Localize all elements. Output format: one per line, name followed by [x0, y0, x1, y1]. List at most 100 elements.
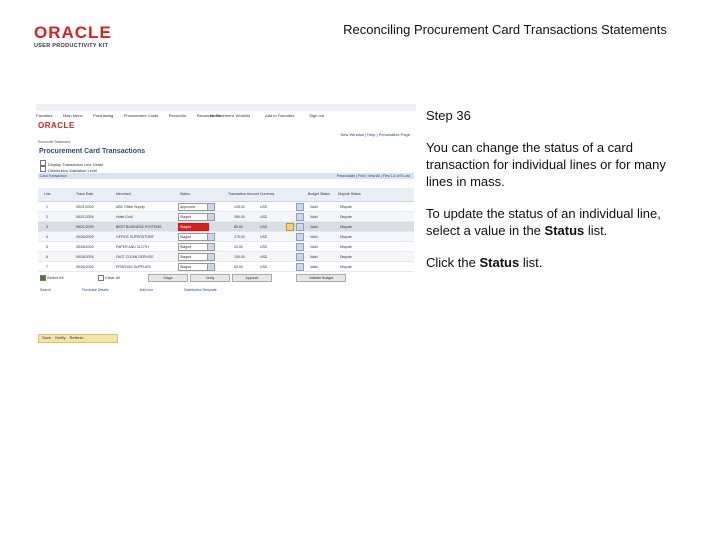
- cell-date: 05/26/2009: [76, 255, 94, 259]
- search-link[interactable]: Search: [40, 288, 51, 292]
- status-select[interactable]: Staged: [178, 253, 209, 261]
- notify-button[interactable]: Notify: [55, 335, 65, 340]
- col-dispute[interactable]: Dispute Status: [338, 192, 361, 196]
- validation-checkbox[interactable]: [40, 166, 46, 172]
- budget-icon[interactable]: [296, 243, 304, 251]
- topbar-item[interactable]: Procurement Cards: [124, 113, 159, 118]
- col-budget[interactable]: Budget Status: [308, 192, 330, 196]
- instruction-panel: Step 36 You can change the status of a c…: [426, 107, 696, 286]
- cell-dispute[interactable]: Dispute: [340, 225, 352, 229]
- cell-budget: Valid: [310, 215, 318, 219]
- budget-icon[interactable]: [296, 213, 304, 221]
- status-select[interactable]: Staged: [178, 213, 209, 221]
- save-button[interactable]: Save: [42, 335, 51, 340]
- dropdown-arrow-icon[interactable]: [207, 263, 215, 271]
- topbar-item[interactable]: Favorites: [36, 113, 52, 118]
- col-currency[interactable]: Currency: [260, 192, 274, 196]
- col-amount[interactable]: Transaction Amount: [228, 192, 259, 196]
- status-select-highlighted[interactable]: Staged: [178, 223, 209, 231]
- cell-merchant[interactable]: ABC Office Supply: [116, 205, 174, 209]
- grid-nav[interactable]: Personalize | Find | View All | First 1-…: [337, 174, 410, 178]
- option-validation-level[interactable]: Distribution Validation Level: [40, 166, 97, 173]
- status-select[interactable]: Staged: [178, 243, 209, 251]
- table-row: 4 05/26/2009 OFFICE SUPERSTORE Staged 27…: [38, 232, 414, 242]
- cell-dispute[interactable]: Dispute: [340, 205, 352, 209]
- cell-amount: 60.00: [234, 265, 243, 269]
- select-all-checkbox[interactable]: [40, 275, 46, 281]
- status-select[interactable]: Approved: [178, 203, 209, 211]
- cell-date: 05/26/2009: [76, 235, 94, 239]
- cell-dispute[interactable]: Dispute: [340, 215, 352, 219]
- logo-sub-text: USER PRODUCTIVITY KIT: [34, 43, 109, 49]
- cell-merchant[interactable]: Hotel Gold: [116, 215, 174, 219]
- dropdown-arrow-icon[interactable]: [207, 243, 215, 251]
- grid-header: Card Transaction Personalize | Find | Vi…: [38, 173, 414, 179]
- cell-line: 7: [46, 265, 48, 269]
- cell-line: 2: [46, 215, 48, 219]
- dropdown-arrow-icon[interactable]: [207, 203, 215, 211]
- cell-line: 5: [46, 245, 48, 249]
- cell-merchant[interactable]: BEST BUSINESS SYSTEMS: [116, 225, 174, 229]
- verify-button[interactable]: Verify: [190, 274, 230, 282]
- cell-dispute[interactable]: Dispute: [340, 265, 352, 269]
- notes-icon[interactable]: [286, 223, 294, 231]
- cell-date: 05/26/2009: [76, 245, 94, 249]
- validate-budget-button[interactable]: Validate Budget: [296, 274, 346, 282]
- approve-button[interactable]: Approve: [232, 274, 272, 282]
- stage-button[interactable]: Stage: [148, 274, 188, 282]
- cell-dispute[interactable]: Dispute: [340, 235, 352, 239]
- status-select[interactable]: Staged: [178, 233, 209, 241]
- col-merchant[interactable]: Merchant: [116, 192, 131, 196]
- col-status[interactable]: Status: [180, 192, 190, 196]
- cell-dispute[interactable]: Dispute: [340, 255, 352, 259]
- clear-all-checkbox[interactable]: [98, 275, 104, 281]
- mass-action-bar: Select All Clear All Stage Verify Approv…: [38, 274, 414, 282]
- col-date[interactable]: Trans Date: [76, 192, 93, 196]
- budget-icon[interactable]: [296, 203, 304, 211]
- cell-amount: 150.00: [234, 255, 245, 259]
- menu-worklist-link[interactable]: Worklist: [236, 113, 250, 118]
- cell-merchant[interactable]: PRINTING SUPPLIES: [116, 265, 174, 269]
- instruction-text: You can change the status of a card tran…: [426, 140, 666, 189]
- instruction-fragment: list.: [519, 255, 543, 270]
- budget-icon[interactable]: [296, 233, 304, 241]
- brand-logo: ORACLE: [38, 121, 75, 130]
- cell-currency: USD: [260, 225, 268, 229]
- cell-date: 05/21/2009: [76, 205, 94, 209]
- status-select[interactable]: Staged: [178, 263, 209, 271]
- cell-merchant[interactable]: PAPER AND CLOTH: [116, 245, 174, 249]
- topbar-item[interactable]: Main Menu: [63, 113, 83, 118]
- cell-dispute[interactable]: Dispute: [340, 245, 352, 249]
- menu-signout-link[interactable]: Sign out: [309, 113, 324, 118]
- cell-budget: Valid: [310, 235, 318, 239]
- cell-amount: 40.00: [234, 245, 243, 249]
- menu-home-link[interactable]: Home: [210, 113, 221, 118]
- cell-merchant[interactable]: OFFICE SUPERSTORE: [116, 235, 174, 239]
- cell-currency: USD: [260, 235, 268, 239]
- clear-all-link[interactable]: Clear All: [105, 275, 120, 280]
- dropdown-arrow-icon[interactable]: [207, 253, 215, 261]
- select-all-link[interactable]: Select All: [47, 275, 63, 280]
- refresh-button[interactable]: Refresh: [70, 335, 84, 340]
- topbar-item[interactable]: Purchasing: [93, 113, 113, 118]
- cell-currency: USD: [260, 215, 268, 219]
- topbar-item[interactable]: Reconcile: [169, 113, 187, 118]
- budget-icon[interactable]: [296, 253, 304, 261]
- col-line[interactable]: Line: [44, 192, 51, 196]
- budget-icon[interactable]: [296, 223, 304, 231]
- cell-budget: Valid: [310, 265, 318, 269]
- menu-favorites-link[interactable]: Add to Favorites: [265, 113, 294, 118]
- dropdown-arrow-icon[interactable]: [207, 233, 215, 241]
- table-row: 7 05/26/2009 PRINTING SUPPLIES Staged 60…: [38, 262, 414, 272]
- cell-date: 05/21/2009: [76, 225, 94, 229]
- page-links[interactable]: New Window | Help | Personalize Page: [341, 132, 410, 137]
- grid-title: Card Transaction: [40, 174, 67, 178]
- distribution-template-link[interactable]: Distribution Template: [184, 288, 217, 292]
- add-line-link[interactable]: Add Line: [139, 288, 153, 292]
- breadcrumb: Reconcile Statement: [38, 140, 71, 144]
- cell-merchant[interactable]: FAST CLEAN SERVICE: [116, 255, 174, 259]
- dropdown-arrow-icon[interactable]: [207, 213, 215, 221]
- purchase-details-link[interactable]: Purchase Details: [82, 288, 108, 292]
- instruction-bold: Status: [479, 255, 520, 270]
- budget-icon[interactable]: [296, 263, 304, 271]
